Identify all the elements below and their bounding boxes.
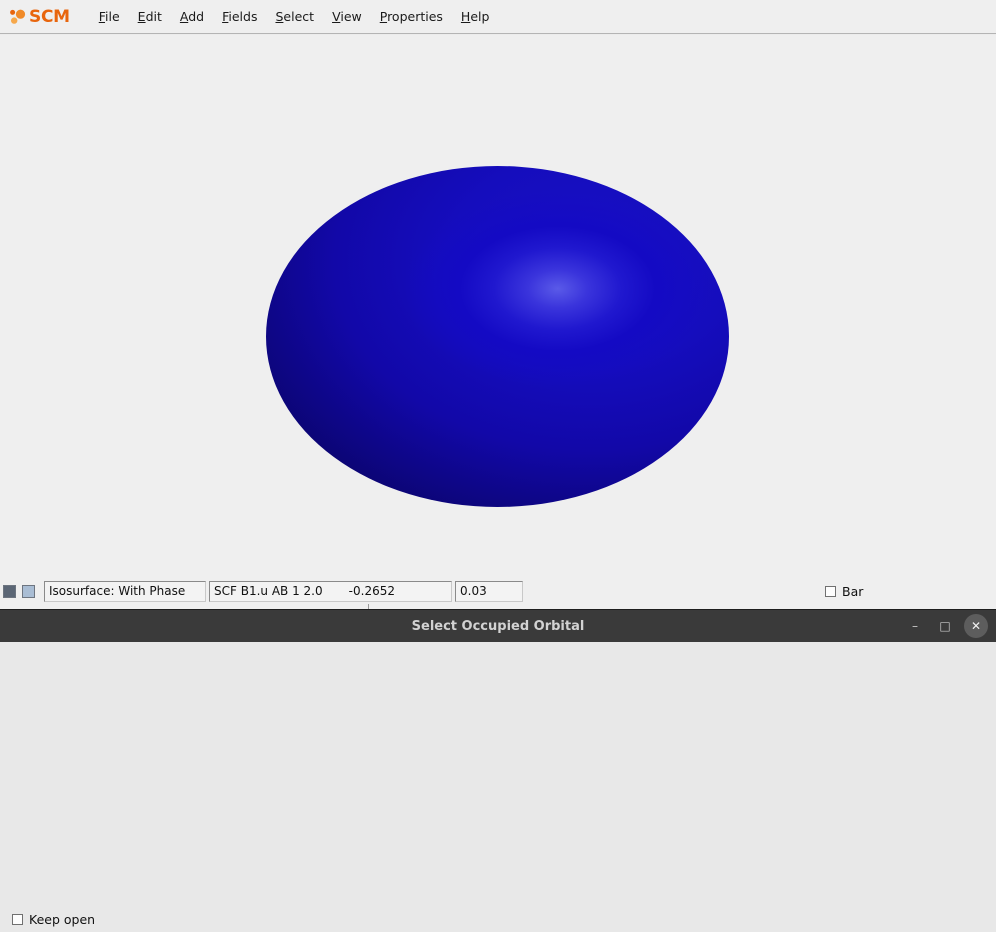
selected-orbital-field[interactable]: SCF B1.u AB 1 2.0 -0.2652 (209, 581, 452, 602)
menu-select[interactable]: Select (266, 6, 323, 27)
dialog-title: Select Occupied Orbital (412, 619, 585, 634)
phase-color-swatch-negative[interactable] (3, 585, 16, 598)
molecule-viewport[interactable] (0, 35, 996, 578)
isosurface-type-field[interactable]: Isosurface: With Phase (44, 581, 206, 602)
menu-fields[interactable]: Fields (213, 6, 266, 27)
status-bar: Isosurface: With Phase SCF B1.u AB 1 2.0… (0, 578, 996, 604)
keep-open-label: Keep open (29, 912, 95, 927)
bar-checkbox-box[interactable] (825, 586, 836, 597)
orbital-isosurface[interactable] (266, 166, 729, 507)
window-controls: – □ ✕ (900, 610, 992, 642)
menu-properties[interactable]: Properties (371, 6, 452, 27)
dialog-footer: Keep open (0, 906, 996, 932)
isovalue-field[interactable]: 0.03 (455, 581, 523, 602)
menu-edit[interactable]: Edit (129, 6, 171, 27)
application-window: SCM File Edit Add Fields Select View Pro… (0, 0, 996, 932)
scm-logo-text: SCM (29, 7, 70, 27)
select-occupied-orbital-dialog: Select Occupied Orbital – □ ✕ Type Symme… (0, 609, 996, 932)
minimize-icon[interactable]: – (900, 611, 930, 641)
selected-orbital-label: SCF B1.u AB 1 2.0 (214, 584, 323, 598)
menu-bar: SCM File Edit Add Fields Select View Pro… (0, 0, 996, 34)
scm-molecule-logo-icon (8, 8, 28, 26)
scm-logo: SCM (8, 7, 70, 27)
menu-view[interactable]: View (323, 6, 371, 27)
maximize-icon[interactable]: □ (930, 611, 960, 641)
menu-add[interactable]: Add (171, 6, 213, 27)
close-icon[interactable]: ✕ (964, 614, 988, 638)
menu-help[interactable]: Help (452, 6, 499, 27)
dialog-title-bar[interactable]: Select Occupied Orbital – □ ✕ (0, 610, 996, 642)
keep-open-checkbox-box[interactable] (12, 914, 23, 925)
selected-orbital-energy: -0.2652 (349, 584, 395, 598)
menu-file[interactable]: File (90, 6, 129, 27)
bar-checkbox[interactable]: Bar (825, 584, 863, 599)
phase-color-swatch-positive[interactable] (22, 585, 35, 598)
keep-open-checkbox[interactable]: Keep open (12, 912, 95, 927)
bar-checkbox-label: Bar (842, 584, 863, 599)
